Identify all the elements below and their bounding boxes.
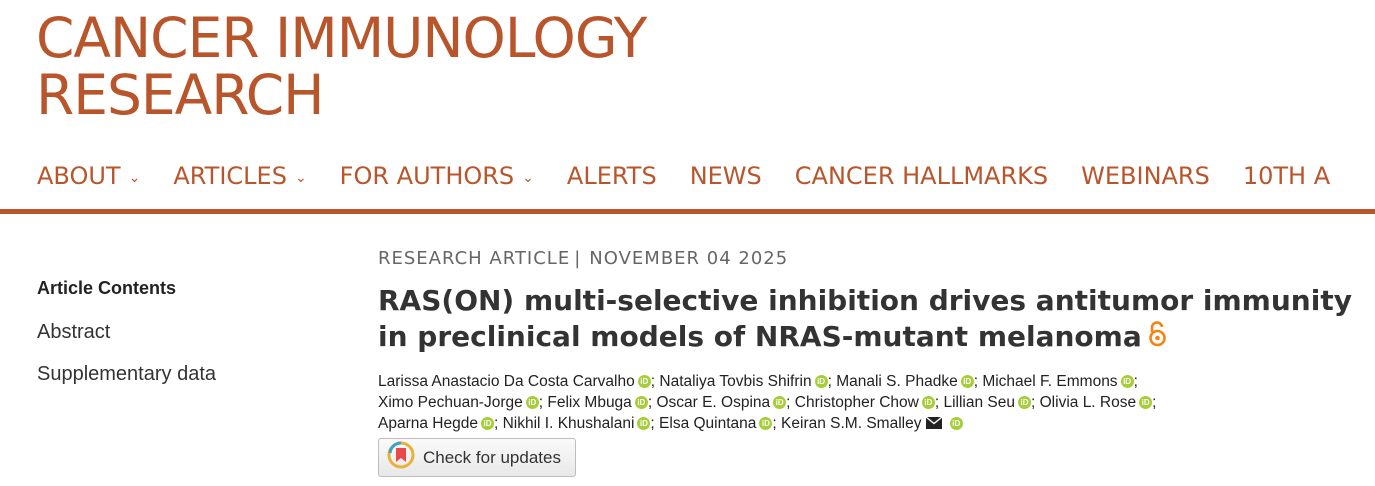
author-entry: Felix Mbuga iD; — [547, 394, 653, 411]
author-entry: Aparna Hegde iD; — [378, 415, 499, 432]
nav-item-articles[interactable]: ARTICLES ⌄ — [173, 162, 306, 190]
author-entry: Lillian Seu iD; — [943, 394, 1036, 411]
orcid-icon[interactable]: iD — [960, 375, 974, 388]
author-entry: Christopher Chow iD; — [794, 394, 940, 411]
chevron-down-icon: ⌄ — [294, 170, 307, 186]
author-list: Larissa Anastacio Da Costa Carvalho iD; N… — [378, 371, 1353, 435]
email-icon[interactable] — [926, 414, 943, 435]
author-name[interactable]: Aparna Hegde — [378, 415, 478, 432]
nav-divider — [0, 209, 1375, 214]
author-entry: Keiran S.M. Smalley iD — [781, 415, 963, 432]
author-name[interactable]: Nataliya Tovbis Shifrin — [659, 373, 811, 390]
nav-item-for-authors[interactable]: FOR AUTHORS ⌄ — [340, 162, 534, 190]
author-name[interactable]: Elsa Quintana — [659, 415, 756, 432]
sidebar-title: Article Contents — [37, 278, 177, 298]
crossmark-icon — [387, 441, 415, 474]
author-name[interactable]: Larissa Anastacio Da Costa Carvalho — [378, 373, 635, 390]
author-name[interactable]: Olivia L. Rose — [1040, 394, 1136, 411]
author-name[interactable]: Manali S. Phadke — [836, 373, 958, 390]
author-name[interactable]: Lillian Seu — [943, 394, 1015, 411]
author-entry: Elsa Quintana iD; — [659, 415, 777, 432]
author-name[interactable]: Michael F. Emmons — [982, 373, 1117, 390]
author-name[interactable]: Ximo Pechuan-Jorge — [378, 394, 523, 411]
author-entry: Olivia L. Rose iD; — [1039, 394, 1157, 411]
nav-item-webinars[interactable]: WEBINARS — [1081, 162, 1210, 190]
sidebar-link-abstract[interactable]: Abstract — [37, 321, 216, 344]
article-title-text: RAS(ON) multi-selective inhibition drive… — [378, 284, 1352, 353]
chevron-down-icon: ⌄ — [522, 170, 534, 186]
meta-separator: | — [574, 248, 582, 269]
author-entry: Larissa Anastacio Da Costa Carvalho iD; — [378, 373, 656, 390]
orcid-icon[interactable]: iD — [634, 396, 648, 409]
orcid-icon[interactable]: iD — [949, 417, 963, 430]
orcid-icon[interactable]: iD — [525, 396, 539, 409]
nav-item-news[interactable]: NEWS — [690, 162, 762, 190]
journal-logo[interactable]: CANCER IMMUNOLOGY RESEARCH — [36, 6, 647, 127]
orcid-icon[interactable]: iD — [1120, 375, 1134, 388]
author-name[interactable]: Oscar E. Ospina — [656, 394, 770, 411]
open-access-lock-icon — [1148, 320, 1168, 356]
nav-item-label: WEBINARS — [1081, 162, 1210, 190]
nav-item-cancer-hallmarks[interactable]: CANCER HALLMARKS — [795, 162, 1048, 190]
author-entry: Nataliya Tovbis Shifrin iD; — [659, 373, 832, 390]
orcid-icon[interactable]: iD — [921, 396, 935, 409]
nav-item-label: NEWS — [689, 162, 762, 190]
orcid-icon[interactable]: iD — [480, 417, 494, 430]
article-header: RESEARCH ARTICLE | NOVEMBER 04 2025 RAS(ON… — [378, 248, 1353, 477]
sidebar-link-supplementary-data[interactable]: Supplementary data — [37, 363, 216, 386]
nav-item-label: ABOUT — [37, 162, 121, 190]
author-name[interactable]: Felix Mbuga — [547, 394, 631, 411]
author-entry: Oscar E. Ospina iD; — [656, 394, 791, 411]
orcid-icon[interactable]: iD — [1018, 396, 1031, 409]
nav-item-label: ARTICLES — [173, 162, 287, 190]
author-name[interactable]: Keiran S.M. Smalley — [781, 415, 921, 432]
article-meta: RESEARCH ARTICLE | NOVEMBER 04 2025 — [378, 248, 1353, 269]
nav-item-alerts[interactable]: ALERTS — [567, 162, 657, 190]
nav-item-label: 10TH A — [1242, 162, 1331, 190]
author-entry: Ximo Pechuan-Jorge iD; — [378, 394, 544, 411]
nav-item-label: FOR AUTHORS — [339, 162, 515, 190]
nav-item-about[interactable]: ABOUT ⌄ — [37, 162, 140, 190]
orcid-icon[interactable]: iD — [759, 417, 773, 430]
orcid-icon[interactable]: iD — [637, 375, 651, 388]
author-entry: Nikhil I. Khushalani iD; — [502, 415, 655, 432]
nav-item-10th-a[interactable]: 10TH A — [1243, 162, 1330, 190]
check-for-updates-label: Check for updates — [423, 447, 561, 467]
orcid-icon[interactable]: iD — [637, 417, 651, 430]
publication-date: NOVEMBER 04 2025 — [589, 248, 789, 269]
author-name[interactable]: Christopher Chow — [795, 394, 919, 411]
author-name[interactable]: Nikhil I. Khushalani — [503, 415, 635, 432]
author-entry: Manali S. Phadke iD; — [836, 373, 979, 390]
nav-item-label: ALERTS — [566, 162, 657, 190]
article-type: RESEARCH ARTICLE — [378, 248, 571, 269]
nav-item-label: CANCER HALLMARKS — [794, 162, 1049, 190]
check-for-updates-button[interactable]: Check for updates — [378, 438, 576, 477]
orcid-icon[interactable]: iD — [814, 375, 828, 388]
journal-name-line1: CANCER IMMUNOLOGY — [36, 6, 647, 70]
orcid-icon[interactable]: iD — [773, 396, 787, 409]
chevron-down-icon: ⌄ — [128, 170, 141, 186]
orcid-icon[interactable]: iD — [1139, 396, 1153, 409]
article-contents-sidebar: Article Contents Abstract Supplementary … — [37, 278, 216, 405]
main-nav: ABOUT ⌄ ARTICLES ⌄ FOR AUTHORS ⌄ ALERTS NEWS CAN… — [37, 158, 1363, 194]
journal-name-line2: RESEARCH — [36, 63, 325, 127]
author-entry: Michael F. Emmons iD; — [982, 373, 1138, 390]
article-title: RAS(ON) multi-selective inhibition drive… — [378, 283, 1353, 356]
